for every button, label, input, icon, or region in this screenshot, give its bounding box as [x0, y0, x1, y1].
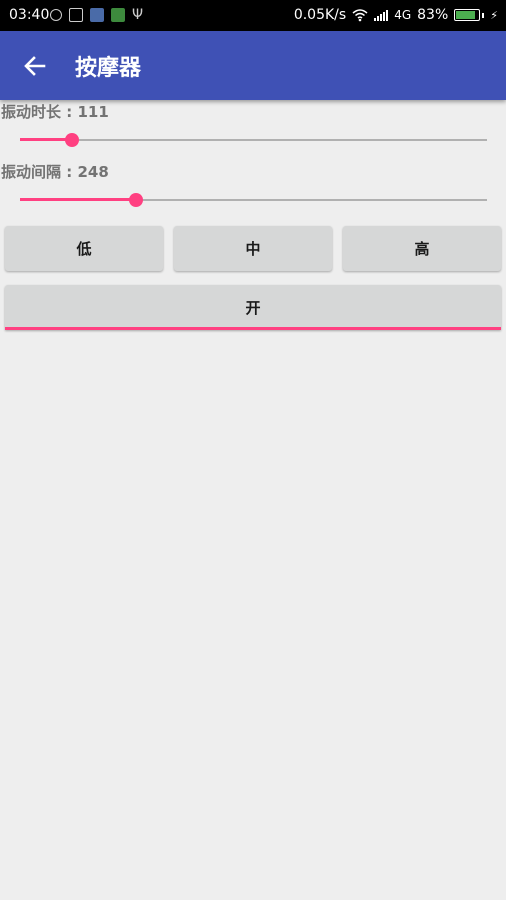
- interval-slider[interactable]: [20, 190, 487, 210]
- high-button[interactable]: 高: [343, 226, 501, 271]
- arrow-left-icon: [24, 56, 46, 76]
- app-bar: 按摩器: [0, 31, 506, 100]
- medium-button[interactable]: 中: [174, 226, 332, 271]
- toggle-button[interactable]: 开: [5, 285, 501, 330]
- interval-label: 振动间隔 : 248: [1, 163, 109, 181]
- toggle-indicator: [5, 327, 501, 330]
- status-bar: 03:40 Ψ 0.05K/s 4G 83% ⚡: [0, 0, 506, 31]
- back-button[interactable]: [22, 53, 48, 79]
- duration-label: 振动时长 : 111: [1, 103, 109, 121]
- battery-icon: [454, 9, 485, 21]
- duration-slider[interactable]: [20, 130, 487, 150]
- network-type: 4G: [394, 8, 412, 22]
- page-title: 按摩器: [75, 56, 142, 81]
- app-icon: [111, 8, 125, 22]
- status-time: 03:40: [9, 7, 50, 23]
- status-icons: Ψ: [50, 8, 143, 22]
- slider-thumb[interactable]: [128, 193, 143, 207]
- slider-fill: [20, 198, 136, 201]
- network-speed: 0.05K/s: [293, 7, 347, 23]
- slider-track: [20, 139, 487, 141]
- usb-icon: Ψ: [132, 7, 144, 23]
- notification-icon: [50, 9, 62, 21]
- wifi-icon: [352, 8, 368, 22]
- app-icon: [90, 8, 104, 22]
- low-button[interactable]: 低: [5, 226, 163, 271]
- screenshot-icon: [69, 8, 83, 22]
- charging-icon: ⚡: [490, 8, 498, 22]
- signal-icon: [374, 9, 389, 21]
- battery-percent: 83%: [417, 7, 449, 23]
- status-right: 0.05K/s 4G 83% ⚡: [294, 7, 498, 23]
- slider-thumb[interactable]: [64, 133, 79, 147]
